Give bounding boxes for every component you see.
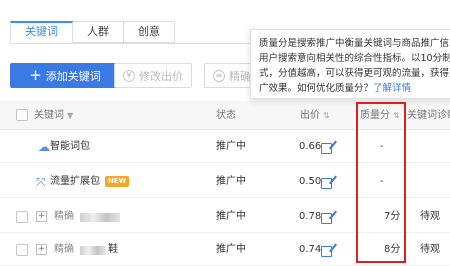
- expand-row-icon[interactable]: +: [36, 211, 47, 222]
- select-all-checkbox[interactable]: [16, 109, 28, 121]
- bid-cell: 0.78: [299, 211, 322, 222]
- tab-bar: 关键词 人群 创意: [10, 21, 175, 43]
- status-cell: 推广中: [216, 141, 246, 152]
- bid-cell: 0.66: [299, 141, 322, 152]
- keyword-cell[interactable]: 鞋: [108, 234, 118, 266]
- yen-icon: ¥: [123, 69, 135, 82]
- tooltip-line: 式，分值越高，可以获得更可观的流量，获得更理: [259, 68, 450, 79]
- add-keyword-button[interactable]: + 添加关键词: [10, 63, 120, 88]
- edit-bid-icon[interactable]: [321, 213, 332, 224]
- bid-cell: 0.50: [299, 176, 322, 187]
- row-checkbox[interactable]: [16, 244, 28, 256]
- tab-audience[interactable]: 人群: [73, 21, 124, 43]
- diagnosis-cell: 待观: [420, 211, 440, 222]
- match-type-cell: 精确: [54, 211, 74, 222]
- quality-score-tooltip: 质量分是搜索推广中衡量关键词与商品推广信息及 用户搜索意向相关性的综合性指标。以…: [250, 29, 450, 99]
- expand-row-icon[interactable]: +: [36, 244, 47, 255]
- match-type-label: 精确: [229, 69, 251, 83]
- row-checkbox[interactable]: [16, 211, 28, 223]
- tab-creative[interactable]: 创意: [124, 21, 175, 43]
- plus-icon: +: [29, 66, 42, 84]
- tooltip-line: 广效果。如何优化质量分？了解详情: [259, 81, 450, 96]
- add-keyword-label: 添加关键词: [45, 69, 101, 83]
- edit-bid-icon[interactable]: [321, 178, 332, 189]
- diagnosis-header: 关键词诊断: [407, 110, 450, 121]
- modify-bid-button[interactable]: ¥ 修改出价: [114, 63, 192, 88]
- match-icon: ≡: [213, 69, 225, 82]
- new-badge: NEW: [105, 175, 130, 187]
- edit-bid-icon[interactable]: [321, 143, 332, 154]
- match-type-cell: 精确: [54, 244, 74, 255]
- diagnosis-cell: 待观: [420, 244, 440, 255]
- keyword-cell[interactable]: 智能词包: [50, 131, 90, 163]
- keyword-header[interactable]: 关键词 ▼: [34, 101, 73, 130]
- keyword-label: 流量扩展包: [50, 176, 100, 187]
- keyword-cell[interactable]: 流量扩展包 NEW: [50, 166, 130, 198]
- status-cell: 推广中: [216, 211, 246, 222]
- tooltip-line: 质量分是搜索推广中衡量关键词与商品推广信息及: [259, 38, 450, 49]
- tooltip-line: 用户搜索意向相关性的综合性指标。以10分制的形: [259, 53, 450, 64]
- filter-icon[interactable]: ▼: [67, 111, 73, 120]
- redacted-keyword: [80, 246, 106, 255]
- bid-header-label: 出价: [300, 110, 320, 121]
- edit-bid-icon[interactable]: [321, 246, 332, 257]
- bid-cell: 0.74: [299, 244, 322, 255]
- redacted-keyword: [80, 213, 120, 222]
- tooltip-text: 广效果。如何优化质量分？: [259, 83, 374, 94]
- sort-icon[interactable]: ⇅: [323, 111, 330, 120]
- tab-keywords[interactable]: 关键词: [10, 21, 73, 43]
- status-header: 状态: [216, 110, 236, 121]
- expand-icon: ⤧: [36, 175, 46, 189]
- status-cell: 推广中: [216, 244, 246, 255]
- status-cell: 推广中: [216, 176, 246, 187]
- learn-more-link[interactable]: 了解详情: [373, 83, 411, 94]
- modify-bid-label: 修改出价: [139, 69, 183, 83]
- quality-column-highlight: [356, 102, 406, 263]
- keyword-header-label: 关键词: [34, 110, 64, 121]
- bid-header[interactable]: 出价 ⇅: [300, 101, 330, 130]
- bag-icon: ☁: [38, 140, 50, 154]
